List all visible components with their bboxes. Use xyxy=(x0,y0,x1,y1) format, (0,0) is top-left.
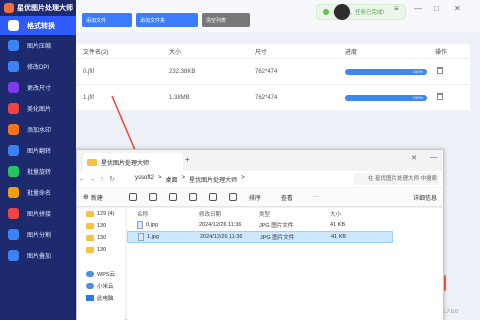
list-item-selected[interactable]: 1.jpg 2024/12/26 11:36 JPG 图片文件 41 KB xyxy=(127,231,393,243)
file-name: 1.jpg xyxy=(147,234,159,240)
list-item[interactable]: 0.jpg 2024/12/26 11:36 JPG 图片文件 41 KB xyxy=(127,219,393,231)
details-button[interactable]: 详细信息 xyxy=(413,193,437,202)
breadcrumb-item[interactable]: 桌面 xyxy=(166,175,178,184)
nav-label: 此电脑 xyxy=(97,296,114,302)
tab-close-icon[interactable]: ✕ xyxy=(411,154,417,162)
col-name[interactable]: 名称 xyxy=(137,210,199,218)
explorer-tab-title: 星优图片处理大师 xyxy=(101,160,150,167)
breadcrumb-item[interactable]: 星优图片处理大师 xyxy=(189,175,237,184)
paste-icon[interactable] xyxy=(168,193,177,201)
nav-label: 129 (4) xyxy=(97,211,115,217)
xiaomi-cloud-icon xyxy=(86,283,94,289)
col-size[interactable]: 大小 xyxy=(330,210,370,218)
folder-icon xyxy=(87,158,97,166)
breadcrumb-sep: > xyxy=(241,174,245,181)
folder-icon xyxy=(86,223,94,229)
breadcrumb-sep: > xyxy=(181,174,186,181)
folder-icon xyxy=(86,211,94,217)
nav-label: 130 xyxy=(97,235,107,241)
sort-label: 排序 xyxy=(248,195,261,202)
nav-label: 小米云 xyxy=(97,284,114,290)
view-label: 查看 xyxy=(280,195,293,202)
nav-folder[interactable]: 129 (4) xyxy=(77,208,125,220)
nav-label: 130 xyxy=(97,223,107,229)
address-row: ← → ↑ ↻ yssoft2 > 桌面 > 星优图片处理大师 > 在 星优图片… xyxy=(77,171,443,187)
file-explorer-window: 星优图片处理大师 + ✕ — ← → ↑ ↻ yssoft2 > 桌面 > 星优… xyxy=(76,149,444,320)
sort-button[interactable]: 排序 xyxy=(249,193,261,202)
folder-icon xyxy=(86,247,94,253)
col-date[interactable]: 修改日期 xyxy=(199,210,259,218)
file-size: 41 KB xyxy=(330,222,345,228)
window-minimize-icon[interactable]: — xyxy=(430,154,437,161)
wps-cloud-icon xyxy=(86,271,94,277)
back-icon[interactable]: ← xyxy=(77,176,87,183)
col-type[interactable]: 类型 xyxy=(259,210,330,218)
more-label: ··· xyxy=(312,194,319,200)
new-button[interactable]: ⊕ 新建 xyxy=(83,193,103,202)
forward-icon[interactable]: → xyxy=(87,176,97,183)
command-bar: ⊕ 新建 排序 查看 ··· 详细信息 xyxy=(77,188,443,207)
nav-cloud[interactable]: 小米云 xyxy=(77,280,125,292)
delete-icon[interactable] xyxy=(228,193,237,201)
image-file-icon xyxy=(137,221,143,229)
search-input[interactable]: 在 星优图片处理大师 中搜索 xyxy=(354,173,439,185)
nav-folder[interactable]: 130 xyxy=(77,220,125,232)
nav-folder[interactable]: 130 xyxy=(77,244,125,256)
image-file-icon xyxy=(138,233,144,241)
file-type: JPG 图片文件 xyxy=(259,223,294,229)
up-icon[interactable]: ↑ xyxy=(97,176,107,183)
refresh-icon[interactable]: ↻ xyxy=(107,175,117,183)
file-date: 2024/12/26 11:36 xyxy=(200,234,243,240)
file-date: 2024/12/26 11:36 xyxy=(199,222,242,228)
explorer-tab[interactable]: 星优图片处理大师 xyxy=(83,153,183,171)
cut-icon[interactable] xyxy=(128,193,137,201)
nav-label: WPS云 xyxy=(97,272,116,278)
nav-this-pc[interactable]: 此电脑 xyxy=(77,292,125,304)
more-button[interactable]: ··· xyxy=(313,194,319,200)
navigation-pane: 129 (4) 130 130 130 WPS云 小米云 此电脑 xyxy=(77,208,125,320)
computer-icon xyxy=(86,295,94,301)
plus-icon: ⊕ xyxy=(83,194,89,201)
breadcrumb[interactable]: yssoft2 > 桌面 > 星优图片处理大师 > xyxy=(135,175,245,184)
breadcrumb-item[interactable]: yssoft2 xyxy=(135,175,154,184)
folder-icon xyxy=(86,235,94,241)
new-label: 新建 xyxy=(90,195,103,202)
share-icon[interactable] xyxy=(208,193,217,201)
nav-label: 130 xyxy=(97,247,107,253)
new-tab-icon[interactable]: + xyxy=(185,155,190,164)
file-size: 41 KB xyxy=(331,234,346,240)
rename-icon[interactable] xyxy=(188,193,197,201)
file-type: JPG 图片文件 xyxy=(260,235,295,241)
file-name: 0.jpg xyxy=(146,222,158,228)
copy-icon[interactable] xyxy=(148,193,157,201)
breadcrumb-sep: > xyxy=(158,174,162,181)
file-list: 名称 修改日期 类型 大小 0.jpg 2024/12/26 11:36 JPG… xyxy=(127,208,443,320)
view-button[interactable]: 查看 xyxy=(281,193,293,202)
nav-folder[interactable]: 130 xyxy=(77,232,125,244)
nav-cloud[interactable]: WPS云 xyxy=(77,268,125,280)
list-header: 名称 修改日期 类型 大小 xyxy=(127,208,443,219)
